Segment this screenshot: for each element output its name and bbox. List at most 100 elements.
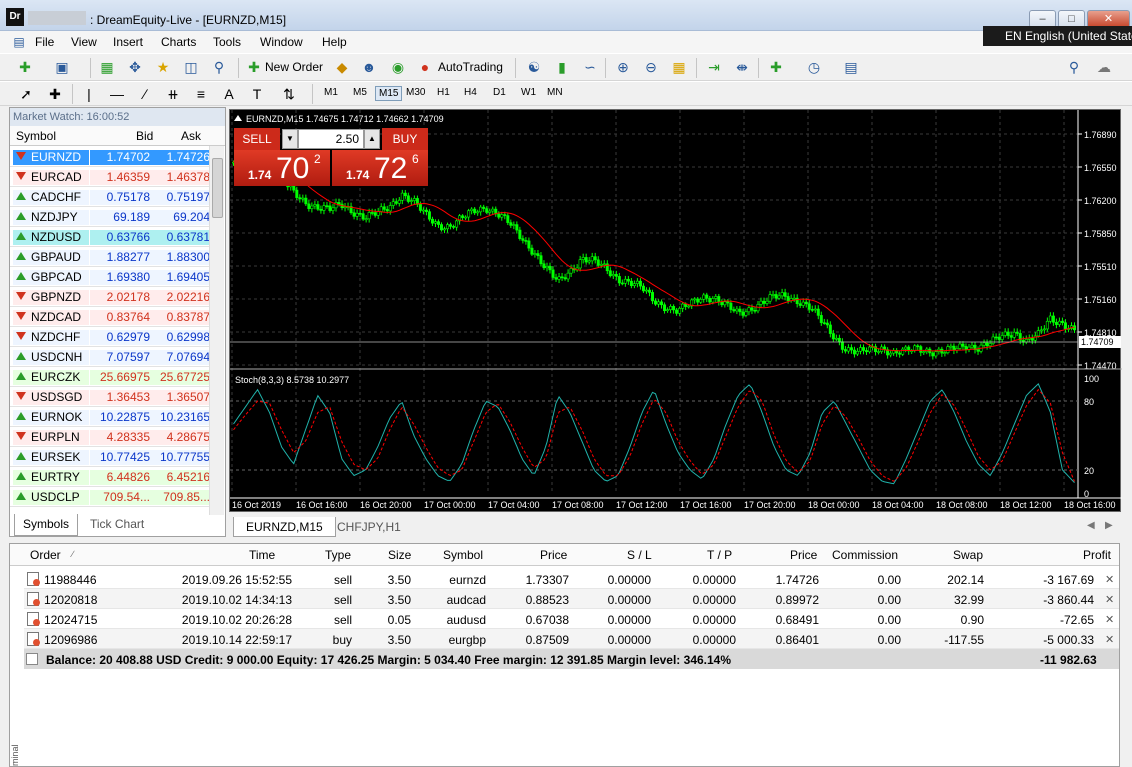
- data-window-icon[interactable]: ✥: [126, 58, 144, 76]
- ask-cell[interactable]: 2.02216: [150, 290, 210, 305]
- column-type[interactable]: Type: [325, 548, 351, 562]
- new-order-icon[interactable]: ✚: [245, 58, 263, 76]
- market-watch-row[interactable]: NZDJPY 69.189 69.204: [10, 207, 210, 227]
- chart-shift-icon[interactable]: ⇼: [733, 58, 751, 76]
- column-size[interactable]: Size: [388, 548, 411, 562]
- market-watch-icon[interactable]: ▦: [98, 58, 116, 76]
- column-ask[interactable]: Ask: [181, 129, 201, 143]
- timeframe-h1[interactable]: H1: [434, 86, 453, 99]
- market-watch-row[interactable]: CADCHF 0.75178 0.75197: [10, 187, 210, 207]
- bid-cell[interactable]: 1.69380: [90, 270, 150, 285]
- timeframe-w1[interactable]: W1: [518, 86, 539, 99]
- profiles-icon[interactable]: ▣: [53, 58, 71, 76]
- ask-cell[interactable]: 7.07694: [150, 350, 210, 365]
- market-watch-row[interactable]: NZDCHF 0.62979 0.62998: [10, 327, 210, 347]
- bar-chart-icon[interactable]: ☯: [525, 58, 543, 76]
- bid-cell[interactable]: 10.77425: [90, 450, 150, 465]
- templates-icon[interactable]: ▤: [842, 58, 860, 76]
- market-watch-row[interactable]: EURNOK 10.22875 10.23165: [10, 407, 210, 427]
- menu-tools[interactable]: Tools: [213, 35, 241, 49]
- signals-icon[interactable]: ◉: [389, 58, 407, 76]
- market-watch-row[interactable]: EURTRY 6.44826 6.45216: [10, 467, 210, 487]
- column-symbol[interactable]: Symbol: [443, 548, 483, 562]
- symbol-cell[interactable]: EURNZD: [13, 150, 89, 165]
- bid-cell[interactable]: 4.28335: [90, 430, 150, 445]
- ask-cell[interactable]: 0.63781: [150, 230, 210, 245]
- search-icon[interactable]: ⚲: [1065, 58, 1083, 76]
- close-order-icon[interactable]: ✕: [1105, 593, 1114, 606]
- bid-cell[interactable]: 1.74702: [90, 150, 150, 165]
- timeframe-d1[interactable]: D1: [490, 86, 509, 99]
- scrollbar-thumb[interactable]: [212, 158, 223, 218]
- ask-cell[interactable]: 1.74726: [150, 150, 210, 165]
- chart-window[interactable]: EURNZD,M15 1.74675 1.74712 1.74662 1.747…: [229, 109, 1122, 512]
- column-sl[interactable]: S / L: [627, 548, 652, 562]
- market-watch-row[interactable]: NZDUSD 0.63766 0.63781: [10, 227, 210, 247]
- bid-cell[interactable]: 10.22875: [90, 410, 150, 425]
- text-icon[interactable]: A: [220, 85, 238, 103]
- order-row[interactable]: 12024715 2019.10.02 20:26:28 sell 0.05 audus…: [24, 609, 1119, 629]
- text-label-icon[interactable]: T: [248, 85, 266, 103]
- fibonacci-icon[interactable]: ≡: [192, 85, 210, 103]
- menu-insert[interactable]: Insert: [113, 35, 143, 49]
- tab-eurnzd-m15[interactable]: EURNZD,M15: [233, 517, 336, 537]
- periods-icon[interactable]: ◷: [805, 58, 823, 76]
- close-order-icon[interactable]: ✕: [1105, 573, 1114, 586]
- buy-price-button[interactable]: 1.74 72 6: [332, 150, 428, 186]
- symbol-cell[interactable]: NZDCAD: [13, 310, 89, 325]
- autotrading-button[interactable]: AutoTrading: [438, 60, 503, 74]
- zoom-in-icon[interactable]: ⊕: [614, 58, 632, 76]
- ask-cell[interactable]: 1.36507: [150, 390, 210, 405]
- column-order[interactable]: Order: [30, 548, 61, 562]
- ask-cell[interactable]: 10.23165: [150, 410, 210, 425]
- column-tp[interactable]: T / P: [707, 548, 732, 562]
- column-profit[interactable]: Profit: [1083, 548, 1111, 562]
- bid-cell[interactable]: 0.62979: [90, 330, 150, 345]
- autotrading-icon[interactable]: ●: [416, 58, 434, 76]
- lot-increase-button[interactable]: ▲: [364, 129, 380, 149]
- ask-cell[interactable]: 4.28675: [150, 430, 210, 445]
- timeframe-mn[interactable]: MN: [544, 86, 566, 99]
- column-symbol[interactable]: Symbol: [16, 129, 56, 143]
- order-row[interactable]: 12020818 2019.10.02 14:34:13 sell 3.50 audca…: [24, 589, 1119, 609]
- timeframe-m30[interactable]: M30: [403, 86, 428, 99]
- symbol-cell[interactable]: GBPNZD: [13, 290, 89, 305]
- navigator-icon[interactable]: ★: [154, 58, 172, 76]
- symbol-cell[interactable]: CADCHF: [13, 190, 89, 205]
- tab-scroll-left-icon[interactable]: ◀: [1087, 520, 1095, 531]
- metaeditor-icon[interactable]: ◆: [333, 58, 351, 76]
- market-watch-row[interactable]: GBPNZD 2.02178 2.02216: [10, 287, 210, 307]
- menu-help[interactable]: Help: [322, 35, 347, 49]
- market-watch-row[interactable]: USDCLP 709.54... 709.85...: [10, 487, 210, 507]
- bid-cell[interactable]: 1.46359: [90, 170, 150, 185]
- new-chart-icon[interactable]: ✚: [16, 58, 34, 76]
- ask-cell[interactable]: 1.69405: [150, 270, 210, 285]
- lot-decrease-button[interactable]: ▼: [282, 129, 298, 149]
- tile-windows-icon[interactable]: ▦: [670, 58, 688, 76]
- bid-cell[interactable]: 0.75178: [90, 190, 150, 205]
- order-row[interactable]: 11988446 2019.09.26 15:52:55 sell 3.50 eurnz…: [24, 569, 1119, 589]
- lot-size-input[interactable]: 2.50: [298, 129, 364, 149]
- sell-price-button[interactable]: 1.74 70 2: [234, 150, 330, 186]
- symbol-cell[interactable]: EURNOK: [13, 410, 89, 425]
- market-watch-row[interactable]: EURCZK 25.66975 25.67725: [10, 367, 210, 387]
- symbol-cell[interactable]: NZDCHF: [13, 330, 89, 345]
- terminal-icon[interactable]: ◫: [182, 58, 200, 76]
- chat-bubble-icon[interactable]: ☁: [1095, 58, 1113, 76]
- symbol-cell[interactable]: GBPCAD: [13, 270, 89, 285]
- ask-cell[interactable]: 69.204: [150, 210, 210, 225]
- symbol-cell[interactable]: EURSEK: [13, 450, 89, 465]
- arrows-icon[interactable]: ⇅: [280, 85, 298, 103]
- timeframe-m1[interactable]: M1: [321, 86, 341, 99]
- candlestick-icon[interactable]: ▮: [553, 58, 571, 76]
- market-watch-scrollbar[interactable]: [209, 146, 224, 515]
- horizontal-line-icon[interactable]: —: [108, 85, 126, 103]
- market-watch-row[interactable]: GBPCAD 1.69380 1.69405: [10, 267, 210, 287]
- bid-cell[interactable]: 1.36453: [90, 390, 150, 405]
- bid-cell[interactable]: 25.66975: [90, 370, 150, 385]
- order-row[interactable]: 12096986 2019.10.14 22:59:17 buy 3.50 eurgbp…: [24, 629, 1119, 649]
- new-order-button[interactable]: New Order: [265, 60, 323, 74]
- close-order-icon[interactable]: ✕: [1105, 633, 1114, 646]
- ask-cell[interactable]: 0.62998: [150, 330, 210, 345]
- ask-cell[interactable]: 1.46378: [150, 170, 210, 185]
